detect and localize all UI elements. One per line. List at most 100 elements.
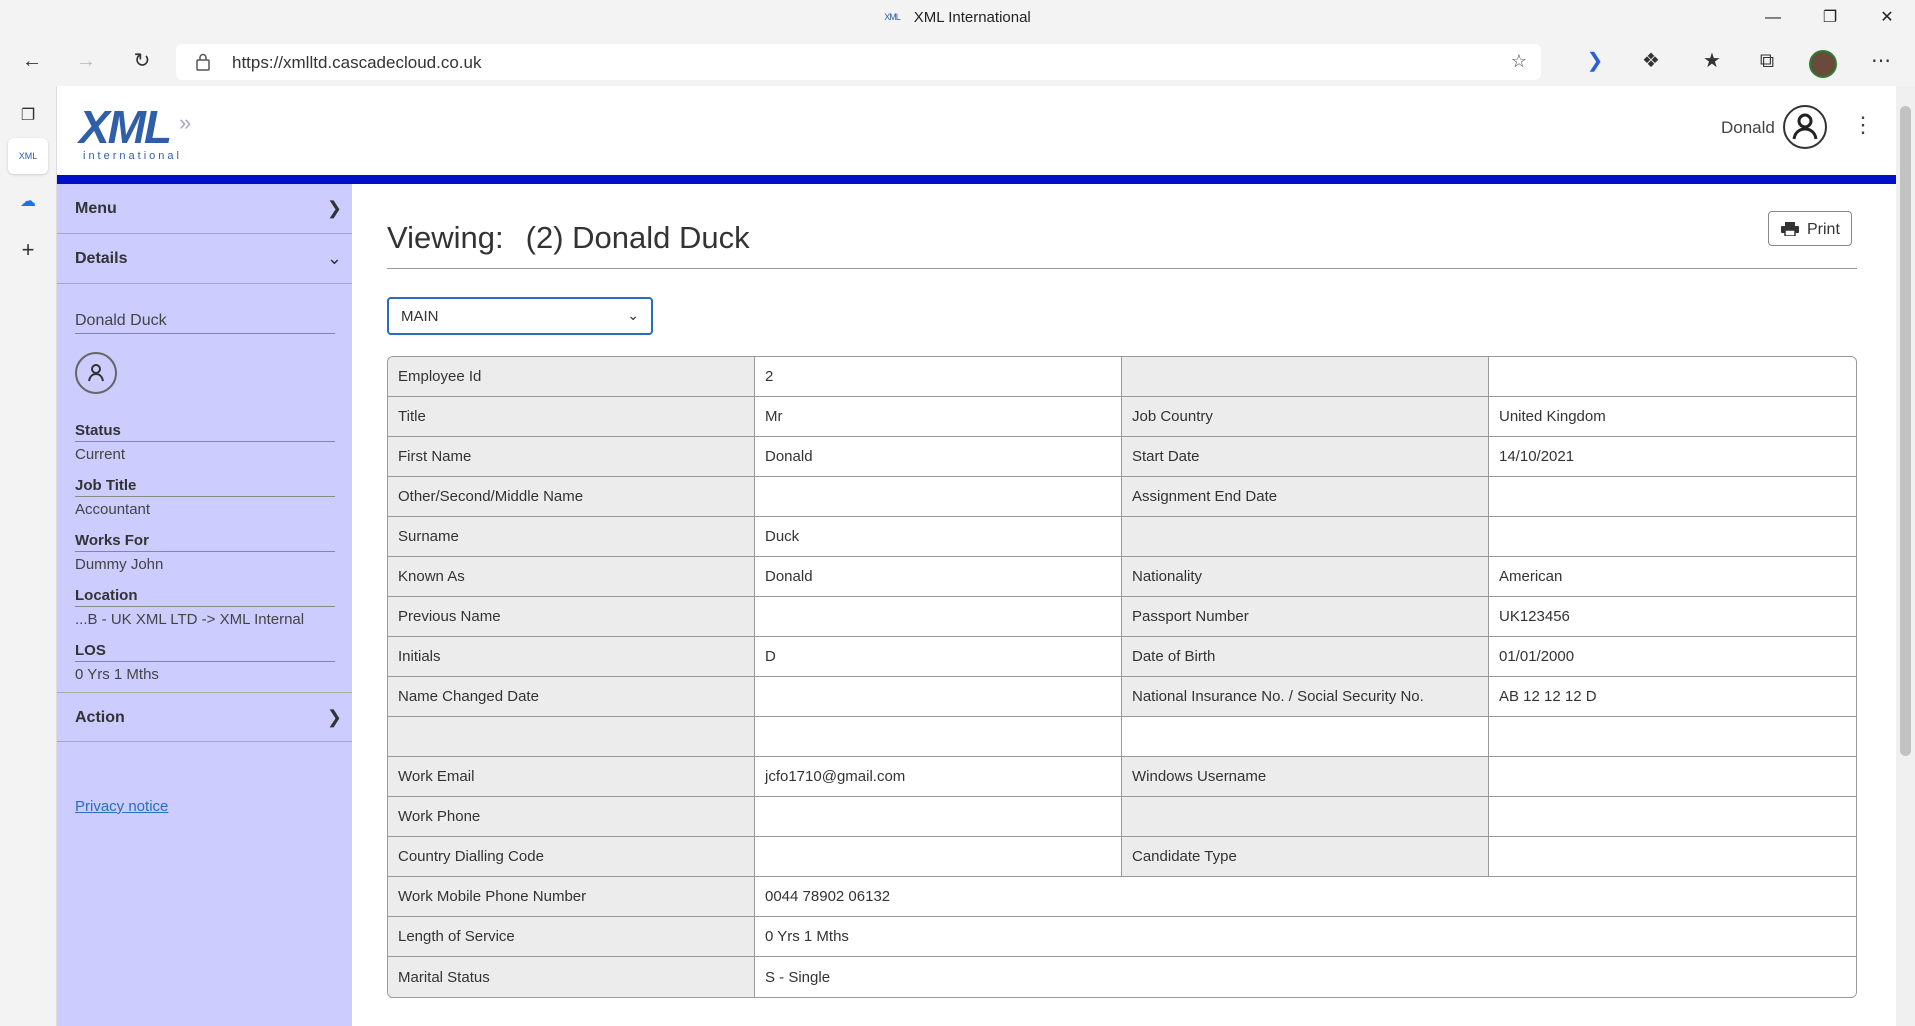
job-title-value: Accountant [75, 501, 151, 518]
table-row: Work Mobile Phone Number 0044 78902 06132 [388, 877, 1856, 917]
chevron-down-icon: ⌄ [326, 248, 342, 268]
app-header: XML » international Donald ⋮ [57, 86, 1896, 175]
field-value [755, 597, 1122, 637]
field-value: United Kingdom [1489, 397, 1856, 437]
field-label [388, 717, 755, 757]
field-label: Date of Birth [1122, 637, 1489, 677]
sidebar-details-toggle[interactable]: Details ⌄ [57, 234, 352, 284]
status-key: Status [75, 422, 335, 442]
lock-icon [196, 53, 210, 71]
field-label: Title [388, 397, 755, 437]
forward-button[interactable]: → [68, 45, 104, 77]
header-divider [57, 175, 1896, 184]
back-button[interactable]: ← [14, 45, 50, 77]
logo-text: XML [79, 101, 172, 153]
print-button[interactable]: Print [1768, 211, 1852, 246]
refresh-button[interactable]: ↻ [124, 45, 160, 77]
field-value [755, 677, 1122, 717]
minimize-button[interactable]: — [1750, 4, 1796, 32]
field-value: 01/01/2000 [1489, 637, 1856, 677]
power-automate-icon[interactable]: ❯ [1577, 45, 1613, 77]
status-value: Current [75, 446, 126, 463]
field-value: jcfo1710@gmail.com [755, 757, 1122, 797]
field-value: UK123456 [1489, 597, 1856, 637]
tab-xml-international[interactable]: XML [8, 138, 48, 174]
field-value [1489, 357, 1856, 397]
field-value [1489, 757, 1856, 797]
table-row: Initials D Date of Birth 01/01/2000 [388, 637, 1856, 677]
chevron-right-icon: ❯ [326, 707, 342, 727]
add-favorite-icon[interactable]: ☆ [1511, 51, 1527, 72]
works-for-value: Dummy John [75, 556, 164, 573]
field-value [1489, 837, 1856, 877]
field-label: National Insurance No. / Social Security… [1122, 677, 1489, 717]
scrollbar-thumb[interactable] [1900, 106, 1911, 756]
close-window-button[interactable]: ✕ [1864, 4, 1910, 32]
table-row [388, 717, 1856, 757]
sidebar: Menu ❯ Details ⌄ Donald Duck Status Curr… [57, 184, 352, 1026]
more-options-icon[interactable]: ⋯ [1863, 45, 1899, 77]
field-label: Employee Id [388, 357, 755, 397]
field-value: D [755, 637, 1122, 677]
extensions-icon[interactable]: ❖ [1633, 45, 1669, 77]
address-bar[interactable]: https://xmlltd.cascadecloud.co.uk ☆ [176, 44, 1541, 80]
field-value [1489, 797, 1856, 837]
field-label [1122, 797, 1489, 837]
location-key: Location [75, 587, 335, 607]
table-row: Length of Service 0 Yrs 1 Mths [388, 917, 1856, 957]
sidebar-works-for: Works For Dummy John [75, 532, 335, 573]
field-label: Nationality [1122, 557, 1489, 597]
user-name[interactable]: Donald [1721, 118, 1775, 138]
field-value: 2 [755, 357, 1122, 397]
logo-subtext: international [83, 150, 182, 162]
view-select[interactable]: MAIN ⌄ [387, 297, 653, 335]
table-row: Surname Duck [388, 517, 1856, 557]
tab-actions-icon[interactable]: ❐ [8, 98, 48, 134]
viewing-prefix: Viewing: [387, 220, 504, 255]
employee-details-table: Employee Id 2 Title Mr Job Country United Kin… [387, 356, 1857, 998]
chevron-right-icon: ❯ [326, 198, 342, 218]
onedrive-icon[interactable]: ☁ [8, 184, 48, 220]
field-label [1122, 717, 1489, 757]
xml-logo[interactable]: XML » international [79, 100, 191, 162]
sidebar-status: Status Current [75, 422, 335, 463]
title-divider [387, 268, 1857, 269]
field-value: AB 12 12 12 D [1489, 677, 1856, 717]
table-row: Known As Donald Nationality American [388, 557, 1856, 597]
action-label: Action [75, 709, 125, 726]
vertical-tabs: ❐ XML ☁ + [0, 86, 57, 1026]
privacy-notice-link[interactable]: Privacy notice [75, 798, 168, 815]
field-value: S - Single [755, 957, 1856, 997]
field-label [1122, 357, 1489, 397]
new-tab-icon[interactable]: + [8, 232, 48, 268]
field-label: Country Dialling Code [388, 837, 755, 877]
field-value: 0 Yrs 1 Mths [755, 917, 1856, 957]
field-value [755, 837, 1122, 877]
table-row: Marital Status S - Single [388, 957, 1856, 997]
restore-button[interactable]: ❐ [1807, 4, 1853, 32]
details-label: Details [75, 250, 128, 267]
field-value: Mr [755, 397, 1122, 437]
kebab-menu-icon[interactable]: ⋮ [1852, 112, 1874, 138]
field-value [755, 477, 1122, 517]
favorites-icon[interactable]: ★ [1694, 45, 1730, 77]
field-label: Assignment End Date [1122, 477, 1489, 517]
field-label: Start Date [1122, 437, 1489, 477]
los-value: 0 Yrs 1 Mths [75, 666, 159, 683]
table-row: Title Mr Job Country United Kingdom [388, 397, 1856, 437]
print-label: Print [1807, 221, 1840, 238]
sidebar-action-toggle[interactable]: Action ❯ [57, 692, 352, 742]
field-value: Donald [755, 557, 1122, 597]
table-row: Employee Id 2 [388, 357, 1856, 397]
user-avatar-icon[interactable] [1783, 105, 1827, 149]
table-row: Work Email jcfo1710@gmail.com Windows User… [388, 757, 1856, 797]
sidebar-person-name: Donald Duck [75, 312, 335, 334]
page-scrollbar[interactable] [1896, 86, 1915, 1026]
web-page: XML » international Donald ⋮ Menu ❯ Deta… [57, 86, 1896, 1026]
field-value: 14/10/2021 [1489, 437, 1856, 477]
browser-profile-avatar[interactable] [1809, 50, 1837, 78]
field-label: Work Email [388, 757, 755, 797]
sidebar-menu-toggle[interactable]: Menu ❯ [57, 184, 352, 234]
collections-icon[interactable]: ⧉ [1749, 45, 1785, 77]
field-value: American [1489, 557, 1856, 597]
